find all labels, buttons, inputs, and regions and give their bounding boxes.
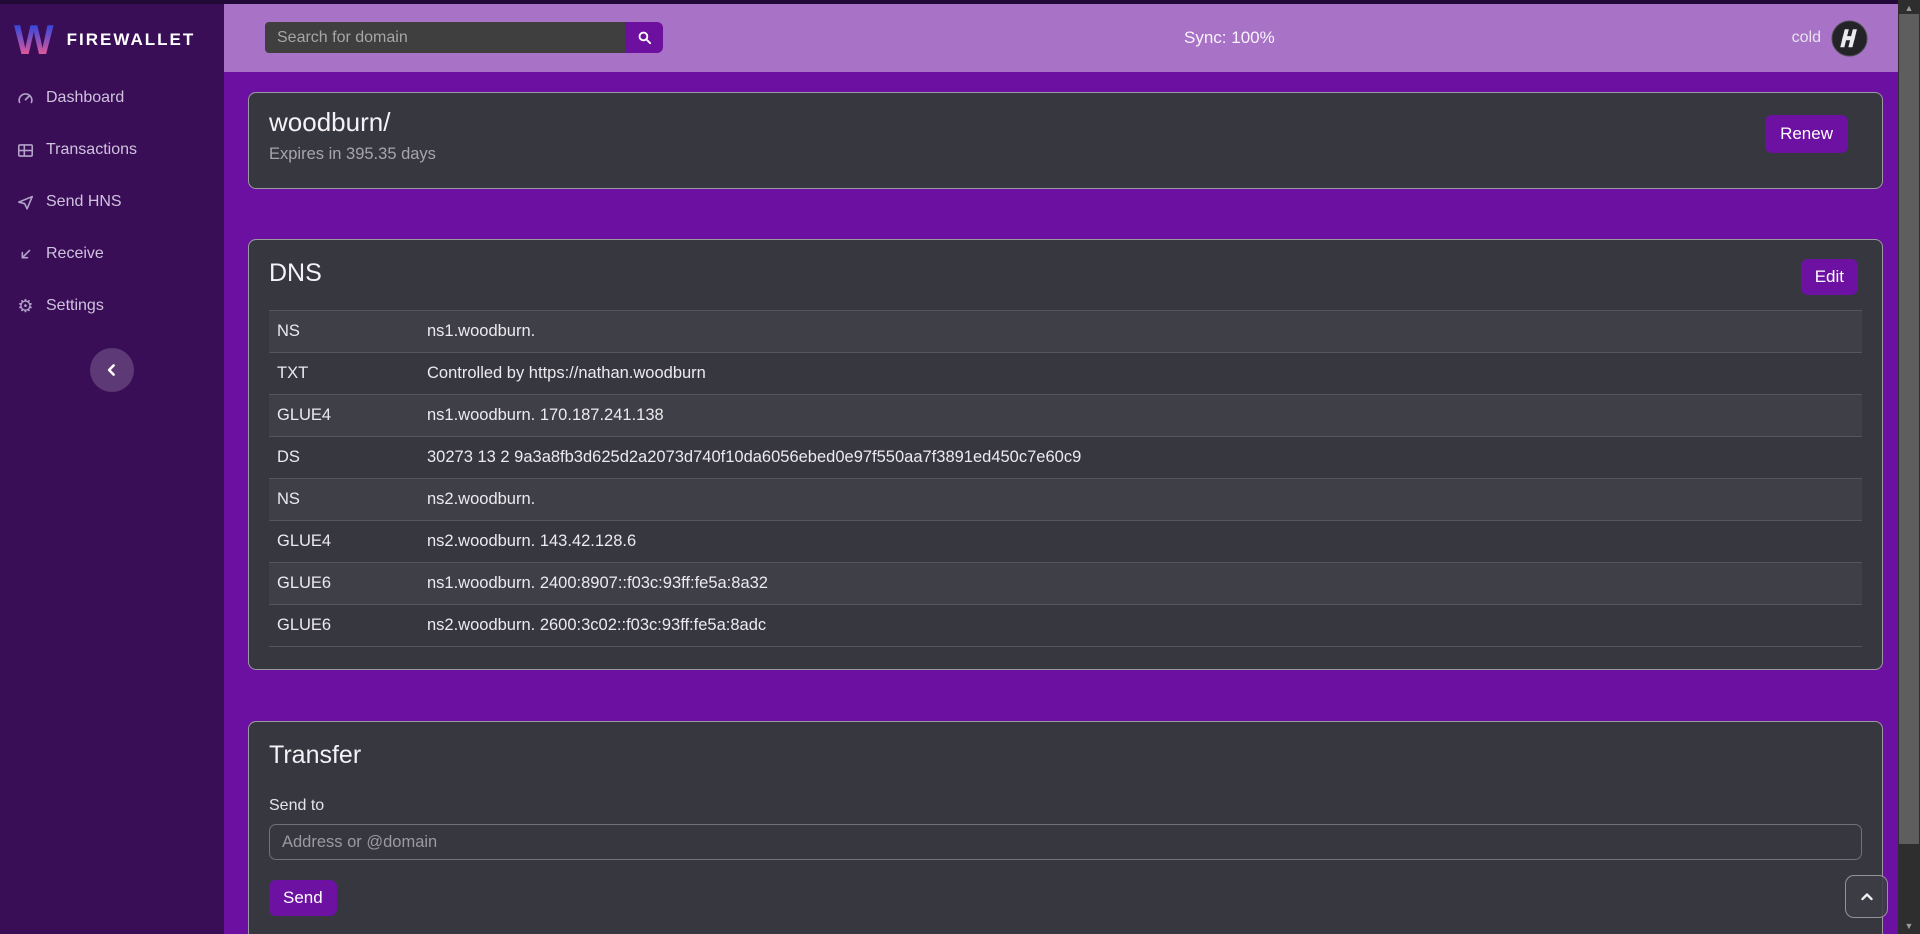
search-input[interactable] <box>265 22 625 53</box>
sidebar-item-send-hns[interactable]: Send HNS <box>0 176 224 228</box>
renew-button[interactable]: Renew <box>1765 115 1848 153</box>
dns-record-value: ns2.woodburn. <box>427 490 1862 509</box>
sync-status: Sync: 100% <box>1184 4 1275 72</box>
transfer-address-input[interactable] <box>269 824 1862 860</box>
dns-record-row: NSns2.woodburn. <box>269 479 1862 521</box>
dns-record-type: GLUE6 <box>269 574 427 593</box>
sidebar-nav: Dashboard Transactions Send HNS Receive ⚙ Set… <box>0 72 224 332</box>
dns-record-type: GLUE4 <box>269 406 427 425</box>
dns-record-row: TXTControlled by https://nathan.woodburn <box>269 353 1862 395</box>
dns-record-type: GLUE4 <box>269 532 427 551</box>
dns-record-value: ns2.woodburn. 2600:3c02::f03c:93ff:fe5a:… <box>427 616 1862 635</box>
window-top-edge <box>0 0 1920 4</box>
dns-record-row: DS30273 13 2 9a3a8fb3d625d2a2073d740f10d… <box>269 437 1862 479</box>
dns-record-type: NS <box>269 322 427 341</box>
sidebar-item-transactions[interactable]: Transactions <box>0 124 224 176</box>
edit-dns-button[interactable]: Edit <box>1801 259 1858 295</box>
dns-record-value: 30273 13 2 9a3a8fb3d625d2a2073d740f10da6… <box>427 448 1862 467</box>
dns-record-row: GLUE6ns1.woodburn. 2400:8907::f03c:93ff:… <box>269 563 1862 605</box>
dns-record-value: Controlled by https://nathan.woodburn <box>427 364 1862 383</box>
domain-search <box>265 22 663 53</box>
dns-record-type: DS <box>269 448 427 467</box>
sidebar-collapse-button[interactable] <box>90 348 134 392</box>
dns-title: DNS <box>269 258 1862 289</box>
sidebar-item-label: Dashboard <box>46 89 124 107</box>
dns-record-value: ns1.woodburn. <box>427 322 1862 341</box>
search-button[interactable] <box>625 22 663 53</box>
dns-record-value: ns1.woodburn. 170.187.241.138 <box>427 406 1862 425</box>
dns-records-table: NSns1.woodburn.TXTControlled by https://… <box>269 310 1862 647</box>
domain-title: woodburn/ <box>269 107 1862 138</box>
wallet-name: cold <box>1792 29 1821 47</box>
domain-header-card: woodburn/ Expires in 395.35 days Renew <box>248 92 1883 189</box>
dns-record-type: NS <box>269 490 427 509</box>
sidebar-item-label: Transactions <box>46 141 137 159</box>
handshake-logo-icon[interactable] <box>1831 20 1868 57</box>
gauge-icon <box>16 89 35 108</box>
dns-record-value: ns1.woodburn. 2400:8907::f03c:93ff:fe5a:… <box>427 574 1862 593</box>
sidebar-item-dashboard[interactable]: Dashboard <box>0 72 224 124</box>
dns-card: DNS Edit NSns1.woodburn.TXTControlled by… <box>248 239 1883 670</box>
table-icon <box>16 141 35 160</box>
dns-record-row: GLUE4ns2.woodburn. 143.42.128.6 <box>269 521 1862 563</box>
scrollbar-down-arrow[interactable]: ▼ <box>1898 918 1920 934</box>
topbar: Sync: 100% cold <box>224 4 1898 72</box>
sidebar: W FIREWALLET Dashboard Transactions Send H… <box>0 4 224 934</box>
dns-record-value: ns2.woodburn. 143.42.128.6 <box>427 532 1862 551</box>
gear-icon: ⚙ <box>16 297 35 316</box>
scrollbar-thumb[interactable] <box>1899 14 1919 844</box>
scroll-to-top-button[interactable] <box>1845 875 1888 918</box>
arrow-down-left-icon <box>16 245 35 264</box>
brand[interactable]: W FIREWALLET <box>0 4 224 68</box>
paper-plane-icon <box>16 193 35 212</box>
send-transfer-button[interactable]: Send <box>269 880 337 916</box>
domain-expiry: Expires in 395.35 days <box>269 145 1862 164</box>
wallet-cluster: cold <box>1792 4 1868 72</box>
dns-record-row: GLUE6ns2.woodburn. 2600:3c02::f03c:93ff:… <box>269 605 1862 647</box>
sidebar-item-receive[interactable]: Receive <box>0 228 224 280</box>
vertical-scrollbar[interactable]: ▲ ▼ <box>1898 0 1920 934</box>
chevron-up-icon <box>1857 887 1877 907</box>
sidebar-item-label: Settings <box>46 297 104 315</box>
search-icon <box>636 29 653 46</box>
send-to-label: Send to <box>269 797 1862 815</box>
sidebar-item-settings[interactable]: ⚙ Settings <box>0 280 224 332</box>
brand-name: FIREWALLET <box>67 30 196 50</box>
domain-page: woodburn/ Expires in 395.35 days Renew D… <box>224 72 1898 934</box>
dns-record-type: TXT <box>269 364 427 383</box>
dns-record-type: GLUE6 <box>269 616 427 635</box>
chevron-left-icon <box>102 360 122 380</box>
dns-record-row: GLUE4ns1.woodburn. 170.187.241.138 <box>269 395 1862 437</box>
dns-record-row: NSns1.woodburn. <box>269 311 1862 353</box>
sidebar-item-label: Receive <box>46 245 104 263</box>
transfer-card: Transfer Send to Send <box>248 721 1883 934</box>
firewallet-logo-icon: W <box>14 16 54 64</box>
transfer-title: Transfer <box>269 740 1862 771</box>
sidebar-item-label: Send HNS <box>46 193 122 211</box>
